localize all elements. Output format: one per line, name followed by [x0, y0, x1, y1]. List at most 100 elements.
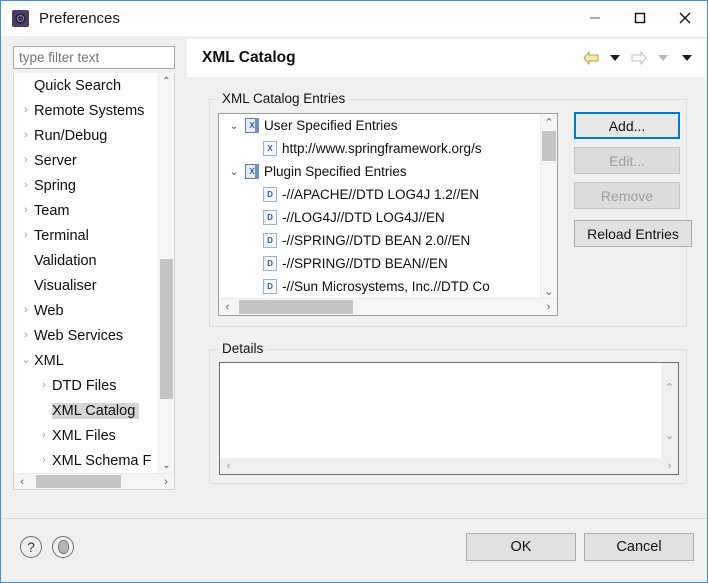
sidebar-vscroll-thumb[interactable] [160, 259, 173, 399]
entry-icon-letter: D [267, 213, 273, 222]
scroll-up-icon[interactable]: ⌃ [661, 363, 678, 411]
sidebar-item-web-services[interactable]: › Web Services [14, 323, 160, 348]
catalog-entry-row[interactable]: D -//SPRING//DTD BEAN 2.0//EN [219, 229, 541, 252]
sidebar-vertical-scrollbar[interactable]: ⌃ ⌄ [158, 73, 174, 473]
sidebar-item-validation[interactable]: Validation [14, 248, 160, 273]
catalog-entry-label: http://www.springframework.org/s [282, 141, 482, 156]
scroll-left-icon[interactable]: ‹ [220, 460, 237, 472]
sidebar-horizontal-scrollbar[interactable]: ‹ › [14, 473, 174, 489]
entry-icon-letter: D [267, 259, 273, 268]
preference-page: XML Catalog XML Catalog Entries ⌄ X User… [187, 39, 706, 512]
twisty-icon[interactable]: › [36, 380, 52, 391]
catalog-entry-label: Plugin Specified Entries [264, 164, 407, 179]
entries-vscroll-thumb[interactable] [542, 131, 556, 161]
edit-button[interactable]: Edit... [574, 147, 680, 174]
xml-entry-icon: X [263, 141, 277, 156]
twisty-icon[interactable]: ⌄ [18, 355, 34, 366]
sidebar-item-team[interactable]: › Team [14, 198, 160, 223]
sidebar-item-remote-systems[interactable]: › Remote Systems [14, 98, 160, 123]
xml-catalog-folder-icon: X [245, 118, 259, 133]
sidebar-item-label: Remote Systems [34, 102, 145, 119]
details-horizontal-scrollbar[interactable]: ‹ › [220, 458, 678, 474]
scroll-right-icon[interactable]: › [661, 460, 678, 472]
details-group: Details ⌃ ⌄ ‹ › [209, 341, 687, 484]
sidebar-item-xml-files[interactable]: › XML Files [14, 423, 160, 448]
sidebar-item-run-debug[interactable]: › Run/Debug [14, 123, 160, 148]
scroll-right-icon[interactable]: › [158, 476, 174, 488]
back-arrow-icon[interactable] [580, 47, 602, 69]
twisty-icon[interactable]: › [18, 230, 34, 241]
scroll-left-icon[interactable]: ‹ [14, 476, 30, 488]
twisty-icon[interactable]: › [36, 430, 52, 441]
catalog-entry-row[interactable]: D -//APACHE//DTD LOG4J 1.2//EN [219, 183, 541, 206]
sidebar-item-xml-schema-f[interactable]: › XML Schema F [14, 448, 160, 473]
forward-arrow-icon[interactable] [628, 47, 650, 69]
sidebar-item-web[interactable]: › Web [14, 298, 160, 323]
cancel-button[interactable]: Cancel [584, 533, 694, 561]
twisty-icon[interactable]: › [18, 130, 34, 141]
sidebar-item-label: Quick Search [34, 77, 122, 94]
sidebar-item-xml-catalog[interactable]: XML Catalog [14, 398, 160, 423]
entries-horizontal-scrollbar[interactable]: ‹ › [219, 298, 557, 315]
sidebar-item-terminal[interactable]: › Terminal [14, 223, 160, 248]
help-icon[interactable]: ? [20, 536, 42, 558]
scroll-up-icon[interactable]: ⌃ [159, 73, 174, 89]
twisty-icon[interactable]: ⌄ [223, 119, 245, 132]
twisty-icon[interactable]: › [18, 180, 34, 191]
twisty-icon[interactable]: › [36, 455, 52, 466]
xml-catalog-folder-icon: X [245, 164, 259, 179]
twisty-icon[interactable]: › [18, 205, 34, 216]
reload-entries-button[interactable]: Reload Entries [574, 220, 692, 247]
search-input[interactable] [13, 46, 175, 69]
entries-vertical-scrollbar[interactable]: ⌃ ⌄ [540, 114, 557, 300]
scroll-down-icon[interactable]: ⌄ [159, 457, 174, 473]
minimize-icon[interactable] [572, 1, 617, 35]
restore-defaults-icon[interactable] [52, 536, 74, 558]
sidebar-item-server[interactable]: › Server [14, 148, 160, 173]
preferences-tree: Quick Search › Remote Systems › Run/Debug › Se… [13, 73, 175, 490]
sidebar-item-spring[interactable]: › Spring [14, 173, 160, 198]
add-button[interactable]: Add... [574, 112, 680, 139]
back-menu-chevron-down-icon[interactable] [604, 47, 626, 69]
sidebar-item-label: Terminal [34, 227, 89, 244]
close-icon[interactable] [662, 1, 707, 35]
catalog-entry-row[interactable]: ⌄ X Plugin Specified Entries [219, 160, 541, 183]
twisty-icon[interactable]: › [18, 155, 34, 166]
maximize-icon[interactable] [617, 1, 662, 35]
catalog-entry-label: User Specified Entries [264, 118, 398, 133]
sidebar-hscroll-thumb[interactable] [36, 475, 121, 488]
scroll-up-icon[interactable]: ⌃ [541, 114, 557, 131]
page-header: XML Catalog [187, 39, 706, 78]
scroll-left-icon[interactable]: ‹ [219, 301, 236, 313]
details-group-title: Details [218, 341, 268, 356]
sidebar-item-label: Run/Debug [34, 127, 108, 144]
sidebar-item-xml[interactable]: ⌄ XML [14, 348, 160, 373]
catalog-entry-row[interactable]: D -//Sun Microsystems, Inc.//DTD Co [219, 275, 541, 298]
xml-catalog-entries-list[interactable]: ⌄ X User Specified Entries Xhttp://www.spri… [218, 113, 558, 316]
sidebar-item-label: XML Files [52, 427, 116, 444]
catalog-entry-row[interactable]: D -//LOG4J//DTD LOG4J//EN [219, 206, 541, 229]
scroll-down-icon[interactable]: ⌄ [661, 411, 678, 459]
twisty-icon[interactable]: ⌄ [223, 165, 245, 178]
sidebar-item-visualiser[interactable]: Visualiser [14, 273, 160, 298]
remove-button[interactable]: Remove [574, 182, 680, 209]
catalog-entry-row[interactable]: D -//SPRING//DTD BEAN//EN [219, 252, 541, 275]
twisty-icon[interactable]: › [18, 105, 34, 116]
scroll-right-icon[interactable]: › [540, 301, 557, 313]
details-vertical-scrollbar[interactable]: ⌃ ⌄ [661, 363, 678, 459]
view-menu-chevron-down-icon[interactable] [676, 47, 698, 69]
catalog-entry-label: -//APACHE//DTD LOG4J 1.2//EN [282, 187, 480, 202]
ok-button[interactable]: OK [466, 533, 576, 561]
catalog-entry-row[interactable]: Xhttp://www.springframework.org/s [219, 137, 541, 160]
title-bar: Preferences [1, 1, 707, 36]
sidebar-item-dtd-files[interactable]: › DTD Files [14, 373, 160, 398]
twisty-icon[interactable]: › [18, 305, 34, 316]
catalog-entry-row[interactable]: ⌄ X User Specified Entries [219, 114, 541, 137]
entries-hscroll-thumb[interactable] [239, 300, 353, 314]
sidebar-item-quick-search[interactable]: Quick Search [14, 73, 160, 98]
details-text-area[interactable]: ⌃ ⌄ ‹ › [219, 362, 679, 475]
sidebar-item-label: XML Catalog [52, 402, 140, 419]
forward-menu-chevron-down-icon[interactable] [652, 47, 674, 69]
twisty-icon[interactable]: › [18, 330, 34, 341]
sidebar-item-label: Visualiser [34, 277, 97, 294]
